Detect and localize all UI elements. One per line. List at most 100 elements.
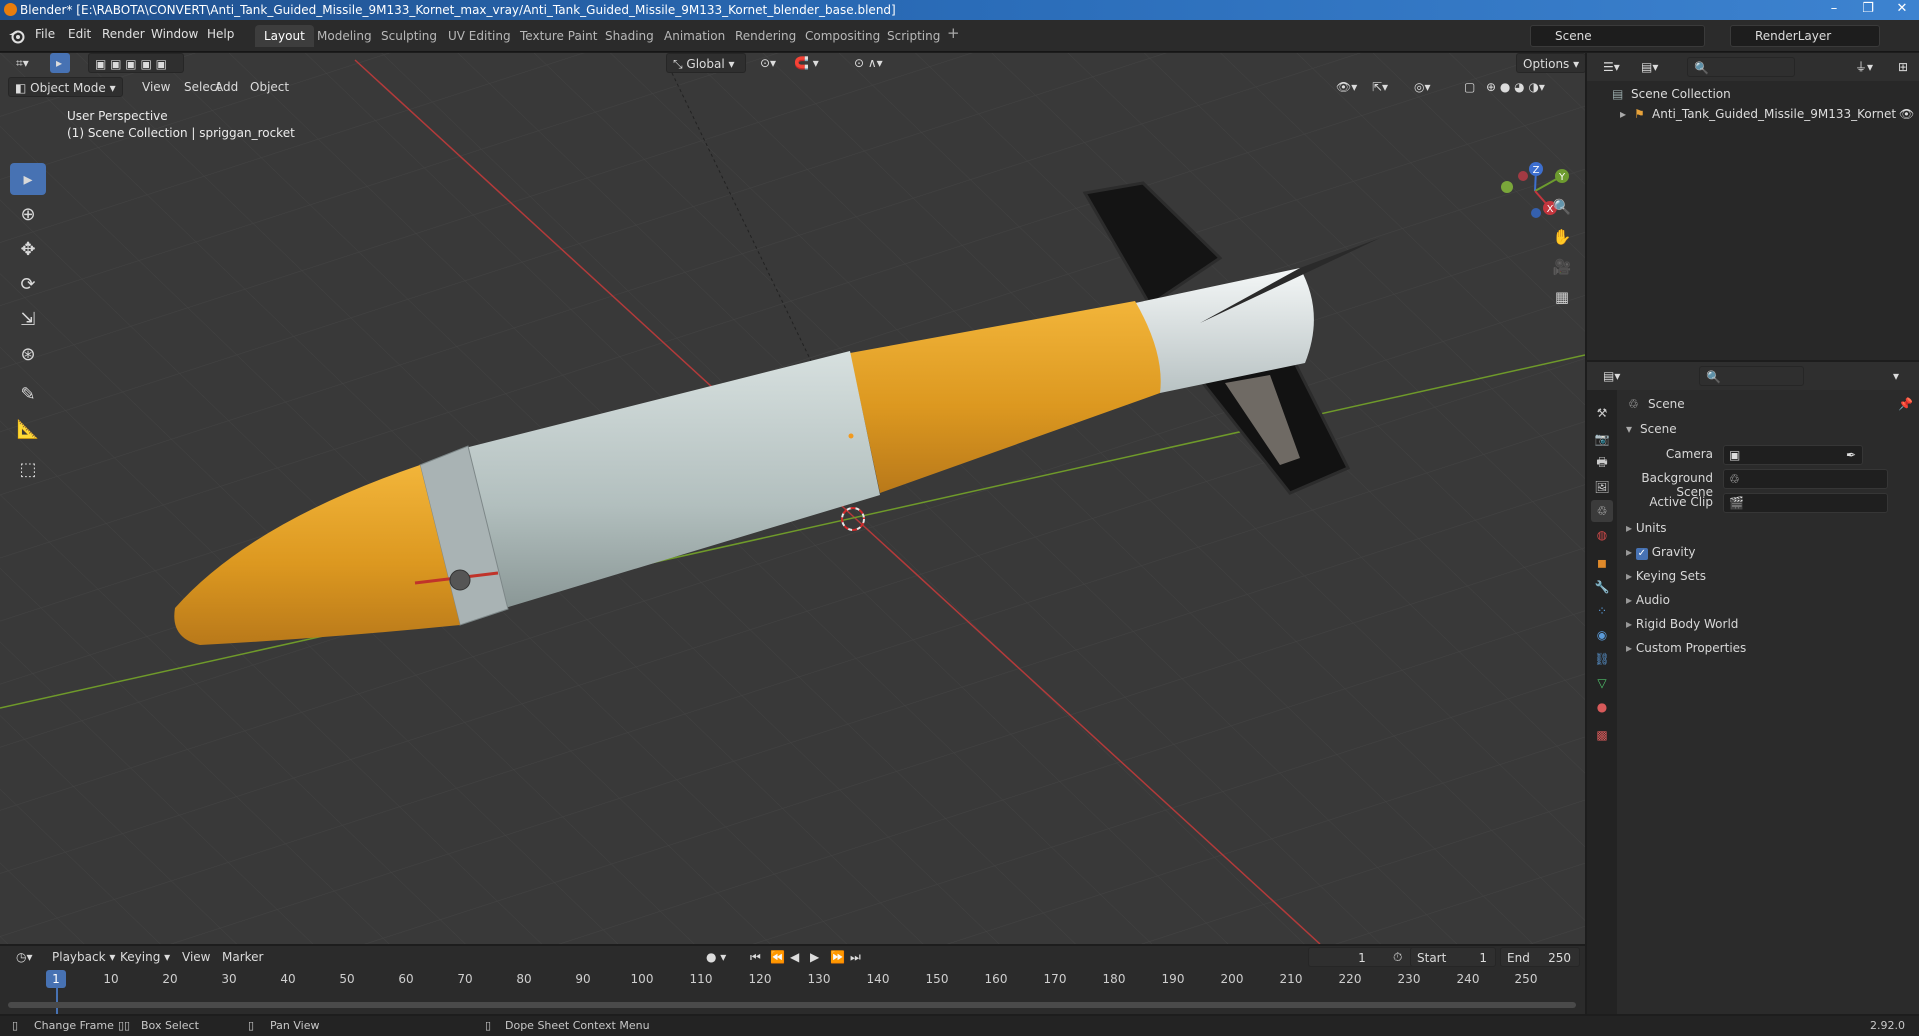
- properties-search-input[interactable]: 🔍: [1699, 366, 1804, 386]
- rigid-body-world-panel[interactable]: ▸ Rigid Body World: [1626, 617, 1738, 631]
- editor-type-button[interactable]: ⌗▾: [10, 53, 35, 73]
- record-button[interactable]: ● ▾: [700, 947, 732, 967]
- camera-view-icon[interactable]: 🎥: [1548, 253, 1576, 281]
- stopwatch-icon[interactable]: ⏱: [1387, 947, 1408, 967]
- timeline-scrollbar[interactable]: [8, 1002, 1576, 1008]
- transform-tool[interactable]: ⊛: [10, 338, 46, 370]
- keying-sets-panel[interactable]: ▸ Keying Sets: [1626, 569, 1706, 583]
- menu-add[interactable]: Add: [209, 77, 244, 97]
- menu-edit[interactable]: Edit: [68, 27, 91, 41]
- object-mode-select[interactable]: ◧ Object Mode ▾: [8, 77, 123, 97]
- menu-file[interactable]: File: [35, 27, 55, 41]
- properties-options-icon[interactable]: ▾: [1887, 366, 1905, 386]
- menu-render[interactable]: Render: [102, 27, 145, 41]
- pin-icon[interactable]: 📌: [1898, 397, 1913, 411]
- rotate-tool[interactable]: ⟳: [10, 268, 46, 300]
- audio-panel[interactable]: ▸ Audio: [1626, 593, 1670, 607]
- view-layer-selector[interactable]: RenderLayer: [1730, 25, 1880, 47]
- shading-modes[interactable]: ⊕ ● ◕ ◑▾: [1480, 77, 1551, 97]
- select-box-tool[interactable]: ▸: [10, 163, 46, 195]
- visibility-eye-icon[interactable]: 👁: [1899, 104, 1914, 124]
- tab-uv-editing[interactable]: UV Editing: [439, 25, 520, 47]
- scene-tab-icon[interactable]: ♲: [1591, 500, 1613, 522]
- gravity-checkbox[interactable]: ✓: [1635, 548, 1648, 560]
- tab-texture-paint[interactable]: Texture Paint: [511, 25, 606, 47]
- maximize-button[interactable]: ❐: [1851, 0, 1885, 20]
- tab-shading[interactable]: Shading: [596, 25, 663, 47]
- modifier-tab-icon[interactable]: 🔧: [1591, 576, 1613, 598]
- pan-hand-icon[interactable]: ✋: [1548, 223, 1576, 251]
- tab-scripting[interactable]: Scripting: [878, 25, 949, 47]
- playback-menu[interactable]: Playback ▾: [46, 947, 121, 967]
- tab-modeling[interactable]: Modeling: [308, 25, 381, 47]
- options-button[interactable]: Options ▾: [1516, 53, 1585, 73]
- view-layer-tab-icon[interactable]: 🖼: [1591, 476, 1613, 498]
- marker-menu[interactable]: Marker: [216, 947, 269, 967]
- select-tool-button[interactable]: ▸: [50, 53, 70, 73]
- output-tab-icon[interactable]: 🖶: [1591, 452, 1613, 474]
- menu-help[interactable]: Help: [207, 27, 234, 41]
- gizmo-neg-z[interactable]: [1531, 208, 1541, 218]
- world-tab-icon[interactable]: ◍: [1591, 524, 1613, 546]
- particles-tab-icon[interactable]: ⁘: [1591, 600, 1613, 622]
- render-tab-icon[interactable]: 📷: [1591, 428, 1613, 450]
- object-tab-icon[interactable]: ◼: [1591, 552, 1613, 574]
- tab-layout[interactable]: Layout: [255, 25, 314, 47]
- tab-sculpting[interactable]: Sculpting: [372, 25, 446, 47]
- close-button[interactable]: ✕: [1885, 0, 1919, 20]
- add-cube-tool[interactable]: ⬚: [10, 453, 46, 485]
- outliner-filter-icon[interactable]: ⏚▾: [1849, 57, 1879, 77]
- tool-tab-icon[interactable]: ⚒: [1591, 402, 1613, 424]
- proportional-edit-button[interactable]: ⊙ ∧▾: [848, 53, 889, 73]
- timeline-view-menu[interactable]: View: [176, 947, 216, 967]
- move-tool[interactable]: ✥: [10, 233, 46, 265]
- active-clip-field[interactable]: 🎬: [1723, 493, 1888, 513]
- outliner-scene-collection[interactable]: ▤ Scene Collection: [1587, 84, 1919, 104]
- units-panel[interactable]: ▸ Units: [1626, 521, 1667, 535]
- outliner-item[interactable]: ▸ ⚑ Anti_Tank_Guided_Missile_9M133_Korne…: [1587, 104, 1919, 124]
- outliner-editor-type[interactable]: ☰▾: [1597, 57, 1626, 77]
- ortho-toggle-icon[interactable]: ▦: [1548, 283, 1576, 311]
- jump-end-button[interactable]: ⏭: [844, 947, 867, 967]
- start-frame-field[interactable]: Start 1: [1410, 947, 1496, 967]
- timeline-ruler[interactable]: 1 10 20 30 40 50 60 70 80 90 100 110 120…: [0, 970, 1585, 1014]
- gravity-panel[interactable]: ▸ ✓ Gravity: [1626, 545, 1696, 560]
- outliner-search-input[interactable]: 🔍: [1687, 57, 1795, 77]
- blender-logo-icon[interactable]: [8, 28, 26, 44]
- menu-object[interactable]: Object: [244, 77, 295, 97]
- menu-window[interactable]: Window: [151, 27, 198, 41]
- eyedropper-icon[interactable]: ✒: [1846, 448, 1856, 462]
- overlays-toggle[interactable]: ◎▾: [1408, 77, 1437, 97]
- pivot-point-button[interactable]: ⊙▾: [754, 53, 782, 73]
- scene-selector[interactable]: Scene: [1530, 25, 1705, 47]
- scene-section-header[interactable]: Scene: [1640, 422, 1677, 436]
- new-collection-icon[interactable]: ⊞: [1892, 57, 1914, 77]
- physics-tab-icon[interactable]: ◉: [1591, 624, 1613, 646]
- playhead-frame-indicator[interactable]: 1: [46, 970, 66, 988]
- zoom-icon[interactable]: 🔍: [1548, 193, 1576, 221]
- custom-properties-panel[interactable]: ▸ Custom Properties: [1626, 641, 1746, 655]
- measure-tool[interactable]: 📐: [10, 413, 46, 445]
- collapse-arrow-icon[interactable]: ▾: [1626, 422, 1632, 436]
- scale-tool[interactable]: ⇲: [10, 303, 46, 335]
- gizmo-toggle[interactable]: ⇱▾: [1366, 77, 1394, 97]
- annotate-tool[interactable]: ✎: [10, 378, 46, 410]
- menu-view[interactable]: View: [136, 77, 176, 97]
- visibility-toggle[interactable]: 👁▾: [1330, 77, 1363, 97]
- camera-field[interactable]: ▣ ✒: [1723, 445, 1863, 465]
- expand-arrow-icon[interactable]: ▸: [1620, 104, 1626, 124]
- gizmo-neg-y[interactable]: [1501, 181, 1513, 193]
- transform-orientation-select[interactable]: ⤡ Global ▾: [666, 53, 746, 73]
- snap-button[interactable]: 🧲 ▾: [788, 53, 825, 73]
- keying-menu[interactable]: Keying ▾: [114, 947, 176, 967]
- timeline-editor-type[interactable]: ◷▾: [10, 947, 39, 967]
- 3d-viewport[interactable]: Z Y X ⌗▾ ▸ ▣ ▣ ▣ ▣ ▣ ⤡ Global ▾ ⊙▾ 🧲 ▾ ⊙…: [0, 53, 1585, 944]
- texture-tab-icon[interactable]: ▩: [1591, 724, 1613, 746]
- tab-compositing[interactable]: Compositing: [796, 25, 889, 47]
- material-tab-icon[interactable]: ●: [1591, 696, 1613, 718]
- tab-rendering[interactable]: Rendering: [726, 25, 805, 47]
- background-scene-field[interactable]: ♲: [1723, 469, 1888, 489]
- xray-toggle[interactable]: ▢: [1458, 77, 1481, 97]
- data-tab-icon[interactable]: ▽: [1591, 672, 1613, 694]
- constraints-tab-icon[interactable]: ⛓: [1591, 648, 1613, 670]
